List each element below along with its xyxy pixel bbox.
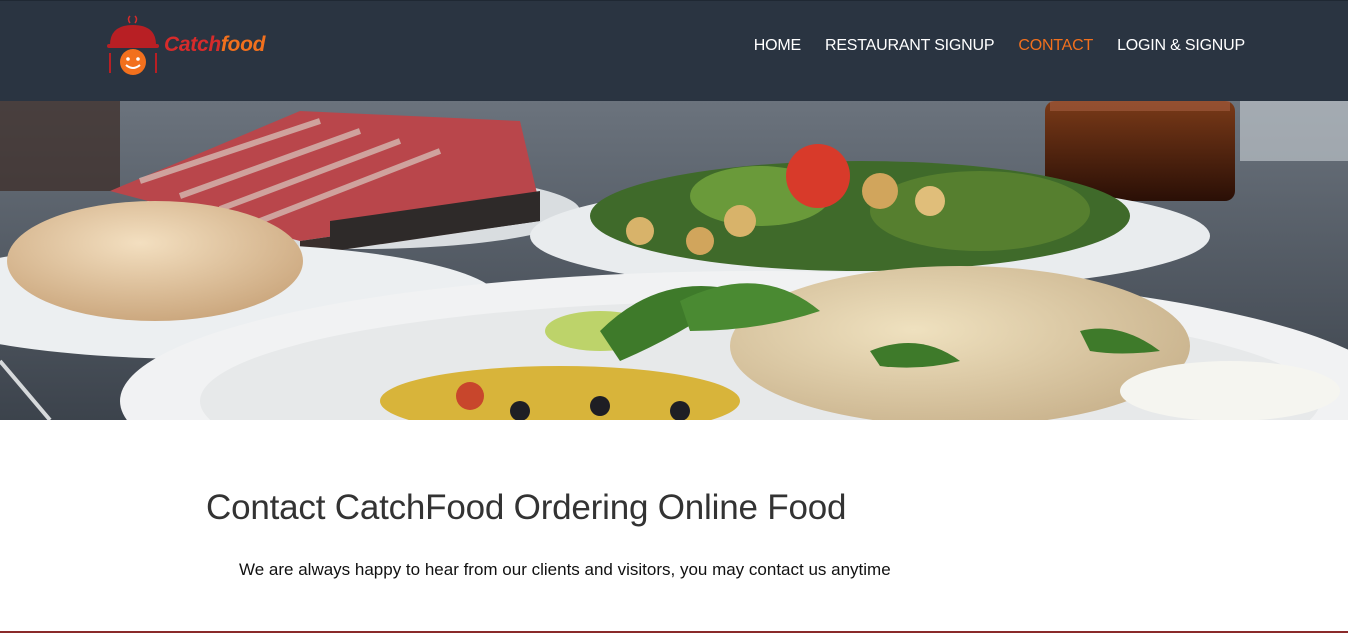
hero-banner-image <box>0 101 1348 420</box>
logo-text: Catchfood <box>164 33 266 56</box>
page-description: We are always happy to hear from our cli… <box>239 560 891 579</box>
food-table-photo <box>0 101 1348 420</box>
chef-hat-plate-icon <box>107 15 159 75</box>
nav-contact[interactable]: CONTACT <box>1018 37 1093 55</box>
site-header: Catchfood HOME RESTAURANT SIGNUP CONTACT… <box>0 0 1348 101</box>
nav-restaurant-signup[interactable]: RESTAURANT SIGNUP <box>825 37 995 55</box>
page-title: Contact CatchFood Ordering Online Food <box>206 488 847 527</box>
nav-home[interactable]: HOME <box>754 37 801 55</box>
main-nav: HOME RESTAURANT SIGNUP CONTACT LOGIN & S… <box>754 37 1245 55</box>
catchfood-logo[interactable]: Catchfood <box>104 15 284 79</box>
nav-login-signup[interactable]: LOGIN & SIGNUP <box>1117 37 1245 55</box>
